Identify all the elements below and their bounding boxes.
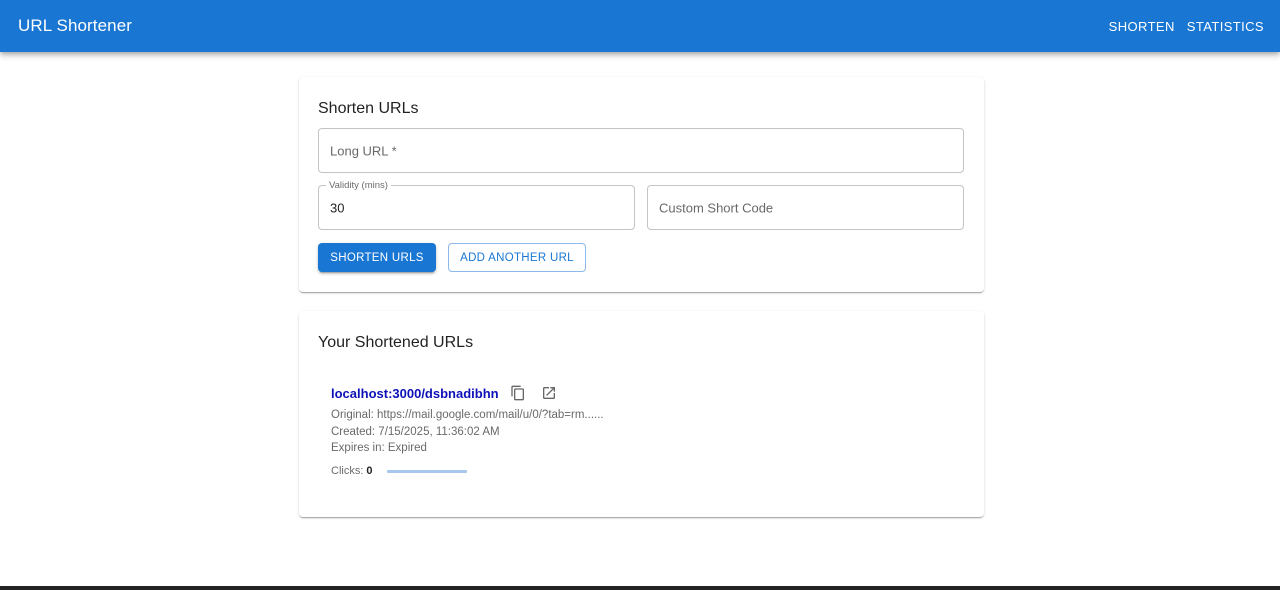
open-in-new-icon[interactable] [538,382,560,404]
results-card: Your Shortened URLs localhost:3000/dsbna… [299,311,984,517]
nav-shorten-button[interactable]: SHORTEN [1103,13,1181,40]
clicks-count: 0 [366,465,373,477]
original-url-text: Original: https://mail.google.com/mail/u… [331,409,604,421]
validity-label: Validity (mins) [326,180,391,191]
validity-field[interactable]: Validity (mins) 30 [318,180,635,230]
long-url-placeholder: Long URL * [330,143,397,158]
bottom-bar [0,586,1280,590]
custom-short-code-field[interactable]: Custom Short Code [647,185,964,230]
clicks-row: Clicks: 0 [331,465,467,477]
validity-value: 30 [330,200,345,215]
app-bar: URL Shortener SHORTEN STATISTICS [0,0,1280,52]
created-text: Created: 7/15/2025, 11:36:02 AM [331,426,500,438]
copy-icon[interactable] [507,382,529,404]
short-url-link[interactable]: localhost:3000/dsbnadibhn [331,386,499,401]
short-url-row: localhost:3000/dsbnadibhn [331,382,560,404]
app-title: URL Shortener [18,16,133,35]
shorten-urls-button[interactable]: SHORTEN URLS [318,243,436,272]
results-title: Your Shortened URLs [318,334,474,351]
nav-statistics-button[interactable]: STATISTICS [1181,13,1270,40]
clicks-progress-bar [386,469,467,473]
long-url-field[interactable]: Long URL * [318,128,964,173]
shorten-form-card: Shorten URLs Long URL * Validity (mins) … [299,77,984,292]
custom-short-code-placeholder: Custom Short Code [659,200,774,215]
form-title: Shorten URLs [318,100,419,117]
add-another-url-button[interactable]: ADD ANOTHER URL [448,243,586,272]
expires-text: Expires in: Expired [331,442,427,454]
clicks-label: Clicks: [331,465,364,477]
nav: SHORTEN STATISTICS [1103,13,1270,40]
